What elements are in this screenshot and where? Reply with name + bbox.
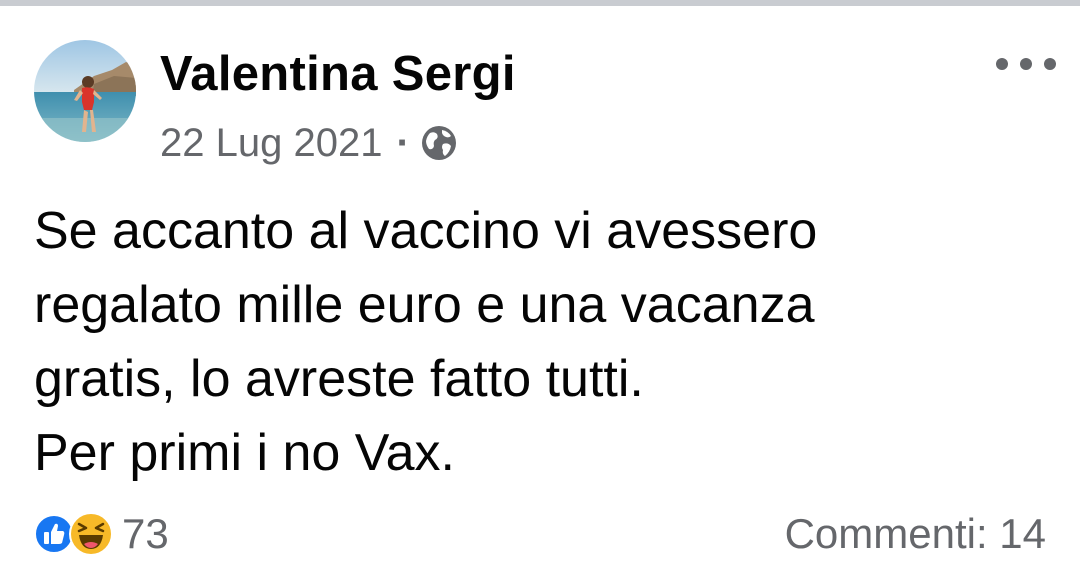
post-text-line: regalato mille euro e una vacanza	[34, 276, 815, 334]
haha-icon	[69, 512, 113, 556]
post-text-line: Se accanto al vaccino vi avessero	[34, 202, 818, 260]
reactions-summary[interactable]: 73	[34, 508, 169, 560]
post-text-line: gratis, lo avreste fatto tutti.	[34, 350, 644, 408]
meta-separator: ·	[396, 120, 410, 165]
more-dot	[1044, 58, 1056, 70]
more-options-icon[interactable]	[996, 44, 1056, 84]
reaction-icons	[34, 511, 120, 557]
post-date[interactable]: 22 Lug 2021	[160, 121, 382, 166]
post-meta: 22 Lug 2021 ·	[160, 118, 458, 168]
comments-count-link[interactable]: Commenti: 14	[785, 508, 1046, 560]
reaction-count: 73	[122, 510, 169, 557]
globe-icon[interactable]	[420, 124, 458, 162]
more-dot	[1020, 58, 1032, 70]
author-name[interactable]: Valentina Sergi	[160, 44, 516, 104]
post-card: Valentina Sergi 22 Lug 2021 · Se accanto…	[0, 6, 1080, 577]
avatar[interactable]	[34, 40, 136, 142]
more-dot	[996, 58, 1008, 70]
post-text: Se accanto al vaccino vi avessero regala…	[34, 194, 1044, 490]
post-text-line: Per primi i no Vax.	[34, 424, 455, 482]
